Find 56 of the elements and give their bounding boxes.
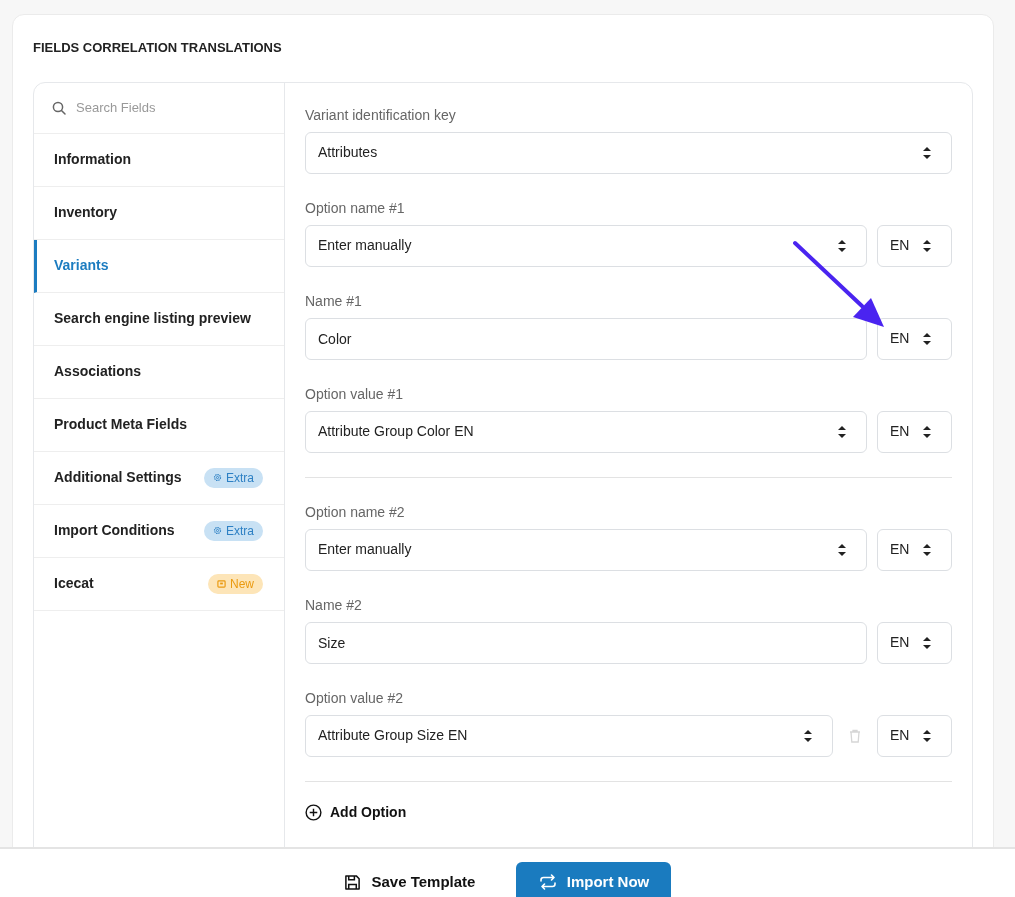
sort-icon bbox=[923, 636, 931, 649]
sort-icon bbox=[923, 729, 931, 742]
sort-icon bbox=[804, 729, 812, 742]
badge: Extra bbox=[204, 467, 263, 488]
sidebar-item[interactable]: Inventory bbox=[34, 186, 284, 240]
sort-icon bbox=[923, 239, 931, 252]
field-label: Option name #2 bbox=[305, 502, 406, 522]
sort-icon bbox=[838, 239, 846, 252]
field-label: Name #1 bbox=[305, 291, 363, 311]
save-template-button[interactable]: Save Template bbox=[343, 862, 476, 897]
gear-icon bbox=[213, 473, 222, 482]
select-field[interactable]: Attribute Group Color EN bbox=[305, 410, 867, 453]
badge: New bbox=[208, 573, 263, 594]
sort-icon bbox=[838, 543, 846, 556]
badge: Extra bbox=[204, 520, 263, 541]
language-select[interactable]: EN bbox=[877, 224, 952, 267]
text-field[interactable]: Color bbox=[305, 317, 867, 360]
section-title: FIELDS CORRELATION TRANSLATIONS bbox=[33, 39, 283, 57]
text-field[interactable]: Size bbox=[305, 621, 867, 664]
select-field[interactable]: Enter manually bbox=[305, 528, 867, 571]
search-icon bbox=[52, 100, 66, 115]
sort-icon bbox=[923, 332, 931, 345]
field-label: Option value #2 bbox=[305, 688, 405, 708]
language-select[interactable]: EN bbox=[877, 410, 952, 453]
sidebar-item[interactable]: Variants bbox=[34, 239, 284, 293]
sidebar-item[interactable]: Icecat New bbox=[34, 557, 284, 611]
language-select[interactable]: EN bbox=[877, 317, 952, 360]
import-now-button[interactable]: Import Now bbox=[516, 862, 672, 897]
field-label: Name #2 bbox=[305, 595, 363, 615]
field-label: Variant identification key bbox=[305, 105, 457, 125]
sidebar-item[interactable]: Product Meta Fields bbox=[34, 398, 284, 452]
search-field[interactable]: Search Fields bbox=[76, 97, 226, 118]
sort-icon bbox=[838, 425, 846, 438]
language-select[interactable]: EN bbox=[877, 714, 952, 757]
plus-circle-icon bbox=[305, 803, 322, 821]
box-icon bbox=[217, 579, 226, 588]
select-field[interactable]: Attribute Group Size EN bbox=[305, 714, 833, 757]
sidebar-item[interactable]: Additional Settings Extra bbox=[34, 451, 284, 505]
refresh-icon bbox=[538, 874, 557, 890]
sidebar-item[interactable]: Associations bbox=[34, 345, 284, 399]
sort-icon bbox=[923, 543, 931, 556]
field-label: Option name #1 bbox=[305, 198, 406, 218]
sidebar-item[interactable]: Search engine listing preview bbox=[34, 292, 284, 346]
sidebar-item[interactable]: Import Conditions Extra bbox=[34, 504, 284, 558]
gear-icon bbox=[213, 526, 222, 535]
select-field[interactable]: Enter manually bbox=[305, 224, 867, 267]
language-select[interactable]: EN bbox=[877, 528, 952, 571]
field-label: Option value #1 bbox=[305, 384, 405, 404]
sort-icon bbox=[923, 425, 931, 438]
add-option-button[interactable]: Add Option bbox=[305, 801, 407, 823]
select-field[interactable]: Attributes bbox=[305, 131, 952, 174]
language-select[interactable]: EN bbox=[877, 621, 952, 664]
sidebar-item[interactable]: Information bbox=[34, 133, 284, 187]
save-icon bbox=[343, 873, 361, 891]
sort-icon bbox=[923, 146, 931, 159]
trash-icon[interactable] bbox=[849, 728, 861, 743]
